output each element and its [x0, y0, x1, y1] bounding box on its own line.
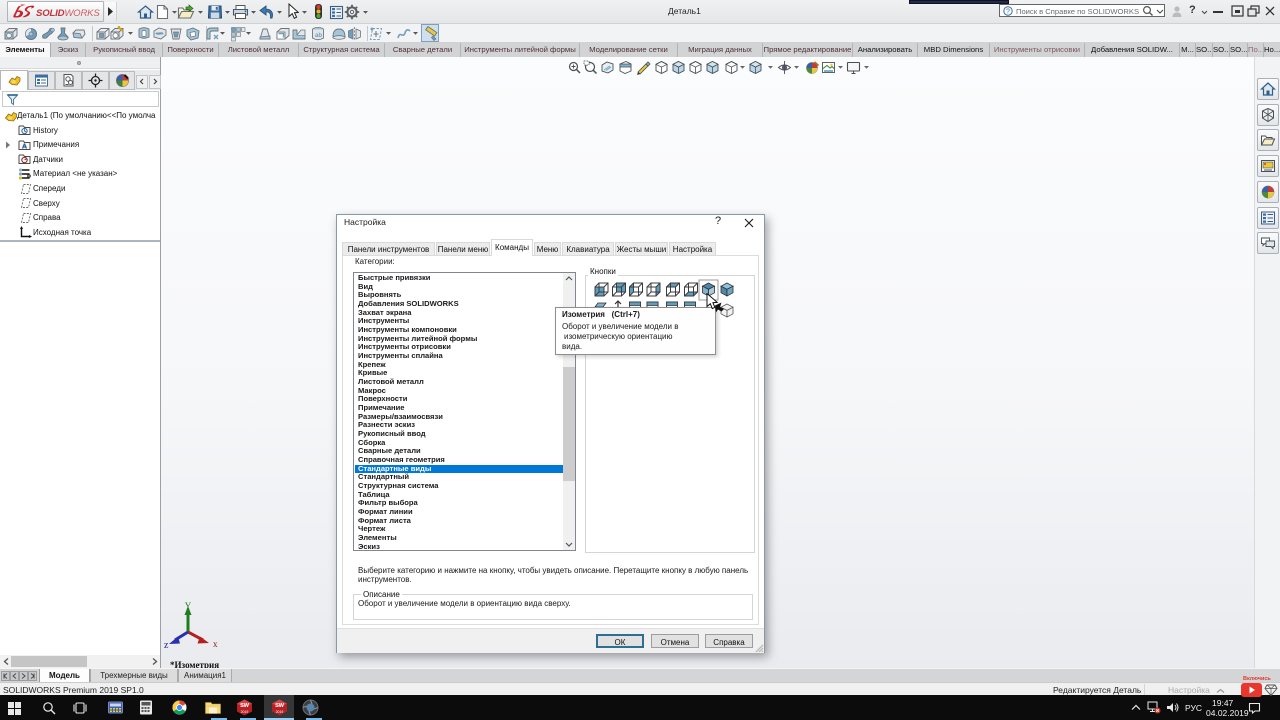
- svg-text:?: ?: [1006, 9, 1010, 16]
- svg-text:2019: 2019: [276, 710, 284, 714]
- svg-text:x: x: [213, 639, 218, 649]
- svg-text:ab: ab: [315, 33, 322, 39]
- svg-text:SW: SW: [275, 703, 285, 709]
- svg-text:z: z: [164, 640, 169, 651]
- svg-text:SOLIDWORKS: SOLIDWORKS: [36, 8, 100, 19]
- svg-text:Y: Y: [185, 601, 192, 611]
- svg-text:2019: 2019: [241, 710, 249, 714]
- svg-text:SW: SW: [240, 703, 250, 709]
